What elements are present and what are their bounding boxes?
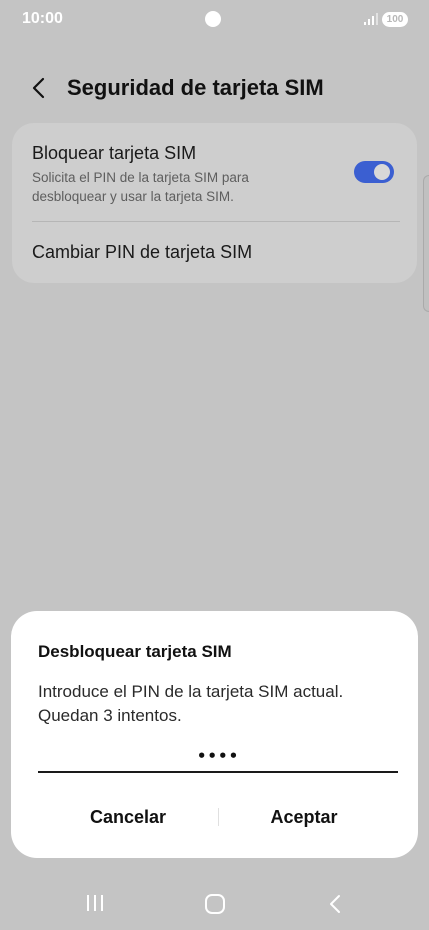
edge-panel-handle[interactable]	[423, 175, 429, 312]
lock-sim-description: Solicita el PIN de la tarjeta SIM para d…	[32, 170, 249, 204]
toggle-knob	[374, 164, 390, 180]
lock-sim-title: Bloquear tarjeta SIM	[32, 143, 197, 163]
lock-sim-toggle[interactable]	[354, 161, 394, 183]
signal-icon	[364, 13, 378, 25]
battery-icon: 100	[382, 12, 408, 27]
unlock-sim-dialog: Desbloquear tarjeta SIM Introduce el PIN…	[11, 611, 418, 858]
change-pin-row[interactable]: Cambiar PIN de tarjeta SIM	[12, 222, 417, 283]
status-bar: 10:00 100	[0, 0, 429, 40]
header: Seguridad de tarjeta SIM	[0, 68, 429, 110]
dialog-buttons: Cancelar Aceptar	[11, 797, 418, 837]
recents-icon[interactable]	[84, 893, 106, 913]
lock-sim-row[interactable]: Bloquear tarjeta SIM Solicita el PIN de …	[12, 123, 417, 221]
change-pin-label: Cambiar PIN de tarjeta SIM	[32, 242, 253, 262]
cancel-button[interactable]: Cancelar	[33, 797, 223, 837]
back-icon[interactable]	[325, 893, 345, 915]
settings-card: Bloquear tarjeta SIM Solicita el PIN de …	[12, 123, 417, 283]
dialog-message: Introduce el PIN de la tarjeta SIM actua…	[38, 682, 344, 725]
chevron-left-icon[interactable]	[28, 77, 50, 99]
pin-input[interactable]	[38, 741, 398, 773]
accept-button[interactable]: Aceptar	[209, 797, 399, 837]
status-time: 10:00	[22, 10, 63, 27]
dialog-title: Desbloquear tarjeta SIM	[38, 642, 232, 661]
home-icon[interactable]	[204, 893, 226, 915]
camera-dot	[205, 11, 221, 27]
page-title: Seguridad de tarjeta SIM	[67, 75, 324, 100]
navigation-bar	[0, 880, 429, 930]
